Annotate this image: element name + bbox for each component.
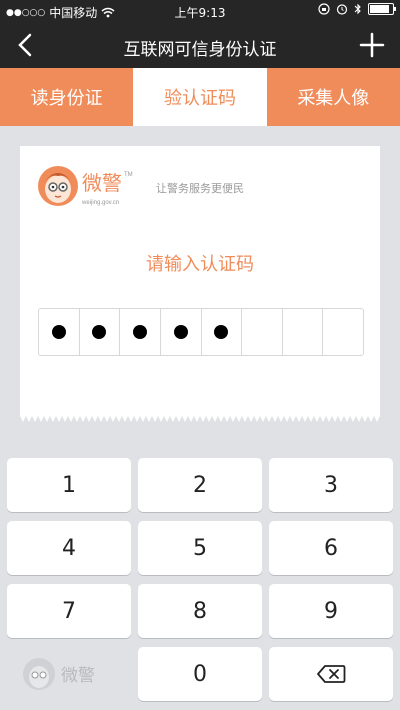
tab-capture-portrait[interactable]: 采集人像 (266, 68, 400, 126)
bluetooth-icon (354, 3, 361, 15)
status-right (318, 3, 396, 15)
entered-digit-dot (51, 325, 66, 339)
rotation-lock-icon (318, 3, 330, 15)
weijing-gray-logo-icon: 微警 (23, 658, 95, 690)
step-tabs: 读身份证 验认证码 采集人像 (0, 68, 400, 126)
status-bar: ●●○○○ 中国移动 上午9:13 (0, 0, 400, 22)
page-title: 互联网可信身份认证 (123, 40, 277, 60)
code-box-5 (202, 309, 243, 355)
logo-tm: TM (124, 172, 133, 178)
key-8[interactable]: 8 (138, 584, 262, 638)
logo-text: 微警 (82, 172, 122, 195)
entered-digit-dot (173, 325, 188, 339)
delete-key[interactable] (269, 647, 393, 701)
code-box-1 (39, 309, 80, 355)
key-5[interactable]: 5 (138, 521, 262, 575)
key-4[interactable]: 4 (7, 521, 131, 575)
numeric-keypad: 1 2 3 4 5 6 7 8 9 微警 0 (0, 450, 400, 710)
key-7[interactable]: 7 (7, 584, 131, 638)
code-prompt: 请输入认证码 (146, 254, 254, 275)
slogan-text: 让警务服务更便民 (156, 182, 244, 195)
nav-bar: 互联网可信身份认证 (0, 22, 400, 68)
key-9[interactable]: 9 (269, 584, 393, 638)
code-box-2 (80, 309, 121, 355)
logo-url: weijing.gov.cn (81, 200, 119, 206)
entered-digit-dot (133, 325, 148, 339)
weijing-logo: 微警 TM weijing.gov.cn (38, 166, 133, 206)
battery-icon (368, 3, 396, 15)
entered-digit-dot (214, 325, 229, 339)
battery-fill (370, 5, 389, 13)
card-zigzag-edge (20, 416, 380, 422)
tab-verify-code[interactable]: 验认证码 (133, 68, 267, 126)
code-box-7 (283, 309, 324, 355)
key-6[interactable]: 6 (269, 521, 393, 575)
code-input-boxes[interactable] (38, 308, 364, 356)
backspace-icon (317, 665, 346, 683)
code-box-3 (120, 309, 161, 355)
alarm-icon (336, 4, 348, 15)
entered-digit-dot (92, 325, 107, 339)
verification-card: 微警 TM weijing.gov.cn 让警务服务更便民 请输入认证码 (20, 146, 380, 422)
keypad-brand-logo: 微警 (7, 647, 131, 701)
key-0[interactable]: 0 (138, 647, 262, 701)
key-2[interactable]: 2 (138, 458, 262, 512)
code-box-4 (161, 309, 202, 355)
key-1[interactable]: 1 (7, 458, 131, 512)
plus-icon[interactable] (358, 31, 386, 59)
keypad-brand-text: 微警 (61, 666, 95, 685)
key-3[interactable]: 3 (269, 458, 393, 512)
code-box-8 (323, 309, 363, 355)
tab-read-id-card[interactable]: 读身份证 (0, 68, 134, 126)
code-box-6 (242, 309, 283, 355)
